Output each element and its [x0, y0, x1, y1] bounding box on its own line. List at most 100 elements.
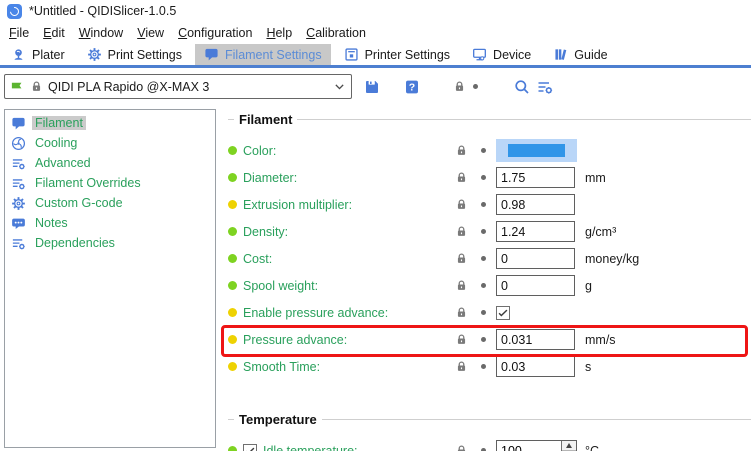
setting-row-idle-temperature: Idle temperature:°C: [228, 437, 751, 451]
menu-item-label: Calibration: [306, 26, 366, 40]
lock-icon[interactable]: [455, 444, 468, 451]
diameter-unit: mm: [585, 171, 606, 185]
search-icon[interactable]: [514, 79, 530, 95]
sidebar-item-notes[interactable]: Notes: [5, 213, 215, 233]
revert-dot[interactable]: [481, 283, 486, 288]
pressure-advance-label: Pressure advance:: [243, 333, 347, 347]
setting-row-smooth-time: Smooth Time: s: [228, 353, 751, 380]
revert-dot[interactable]: [473, 84, 478, 89]
setting-row-pressure-advance: Pressure advance:mm/s: [228, 326, 751, 353]
lock-icon[interactable]: [455, 279, 468, 292]
gear-icon: [11, 196, 26, 211]
lock-icon[interactable]: [455, 225, 468, 238]
smooth-time-unit: s: [585, 360, 591, 374]
menu-item-label: View: [137, 26, 164, 40]
pressure-advance-input[interactable]: [496, 329, 575, 350]
tab-guide[interactable]: Guide: [544, 44, 616, 65]
menu-item-view[interactable]: View: [130, 24, 171, 42]
modified-dot-green: [228, 173, 237, 182]
revert-dot[interactable]: [481, 364, 486, 369]
modified-dot-green: [228, 254, 237, 263]
lock-icon[interactable]: [455, 306, 468, 319]
tab-plater[interactable]: Plater: [2, 44, 74, 65]
setting-row-density: Density:g/cm³: [228, 218, 751, 245]
revert-dot[interactable]: [481, 337, 486, 342]
density-input[interactable]: [496, 221, 575, 242]
lock-icon[interactable]: [455, 360, 468, 373]
tab-device[interactable]: Device: [463, 44, 540, 65]
color-swatch[interactable]: [496, 139, 577, 162]
sliders-gear-icon: [11, 156, 26, 171]
extrusion-multiplier-label: Extrusion multiplier:: [243, 198, 352, 212]
preset-select[interactable]: QIDI PLA Rapido @X-MAX 3: [4, 74, 352, 99]
modified-dot-yellow: [228, 335, 237, 344]
lock-icon[interactable]: [455, 333, 468, 346]
smooth-time-input[interactable]: [496, 356, 575, 377]
extrusion-multiplier-input[interactable]: [496, 194, 575, 215]
settings-sidebar: Filament Cooling Advanced Filament Override…: [4, 109, 216, 448]
lock-icon: [30, 80, 43, 93]
save-icon[interactable]: [364, 79, 380, 95]
enable-pressure-advance-checkbox[interactable]: [496, 306, 510, 320]
setting-row-spool-weight: Spool weight:g: [228, 272, 751, 299]
lock-icon[interactable]: [455, 171, 468, 184]
revert-dot[interactable]: [481, 310, 486, 315]
revert-dot[interactable]: [481, 175, 486, 180]
help-icon[interactable]: ?: [404, 79, 420, 95]
sidebar-item-dependencies[interactable]: Dependencies: [5, 233, 215, 253]
sidebar-item-label: Cooling: [32, 136, 80, 150]
tab-label: Guide: [574, 48, 607, 62]
modified-dot-yellow: [228, 308, 237, 317]
menu-item-label: Configuration: [178, 26, 252, 40]
sidebar-item-custom-g-code[interactable]: Custom G-code: [5, 193, 215, 213]
diameter-input[interactable]: [496, 167, 575, 188]
idle-temperature-unit: °C: [585, 444, 599, 451]
lock-icon[interactable]: [455, 252, 468, 265]
enable-pressure-advance-label: Enable pressure advance:: [243, 306, 388, 320]
preset-lock-icon[interactable]: [453, 80, 466, 93]
chevron-down-icon: [333, 80, 346, 93]
revert-dot[interactable]: [481, 202, 486, 207]
window-titlebar: *Untitled - QIDISlicer-1.0.5: [0, 0, 751, 22]
tab-printer-settings[interactable]: Printer Settings: [335, 44, 459, 65]
idle-temperature-input[interactable]: [497, 441, 561, 451]
device-icon: [472, 47, 487, 62]
menu-item-label: Help: [266, 26, 292, 40]
revert-dot[interactable]: [481, 229, 486, 234]
tab-filament-settings[interactable]: Filament Settings: [195, 44, 331, 65]
sidebar-item-label: Advanced: [32, 156, 94, 170]
filament-icon: [11, 116, 26, 131]
lock-icon[interactable]: [455, 144, 468, 157]
menu-item-calibration[interactable]: Calibration: [299, 24, 373, 42]
smooth-time-label: Smooth Time:: [243, 360, 320, 374]
setting-row-cost: Cost:money/kg: [228, 245, 751, 272]
idle-temperature-enable-checkbox[interactable]: [243, 444, 257, 451]
sidebar-item-filament-overrides[interactable]: Filament Overrides: [5, 173, 215, 193]
setting-row-diameter: Diameter: mm: [228, 164, 751, 191]
lock-icon[interactable]: [455, 198, 468, 211]
revert-dot[interactable]: [481, 148, 486, 153]
tab-print-settings[interactable]: Print Settings: [78, 44, 191, 65]
cost-input[interactable]: [496, 248, 575, 269]
printer-icon: [344, 47, 359, 62]
spinner-up-button[interactable]: [562, 441, 576, 451]
section-title: Filament: [234, 112, 297, 127]
tab-label: Printer Settings: [365, 48, 450, 62]
spool-weight-input[interactable]: [496, 275, 575, 296]
tab-label: Plater: [32, 48, 65, 62]
revert-dot[interactable]: [481, 256, 486, 261]
tab-label: Print Settings: [108, 48, 182, 62]
sidebar-item-advanced[interactable]: Advanced: [5, 153, 215, 173]
menu-item-edit[interactable]: Edit: [36, 24, 72, 42]
sidebar-item-cooling[interactable]: Cooling: [5, 133, 215, 153]
modified-dot-green: [228, 146, 237, 155]
view-settings-icon[interactable]: [537, 79, 553, 95]
diameter-label: Diameter:: [243, 171, 297, 185]
menu-item-window[interactable]: Window: [72, 24, 130, 42]
sidebar-item-filament[interactable]: Filament: [5, 113, 215, 133]
modified-dot-green: [228, 281, 237, 290]
menu-item-help[interactable]: Help: [259, 24, 299, 42]
idle-temperature-spinbox: [496, 440, 577, 451]
menu-item-configuration[interactable]: Configuration: [171, 24, 259, 42]
menu-item-file[interactable]: File: [2, 24, 36, 42]
